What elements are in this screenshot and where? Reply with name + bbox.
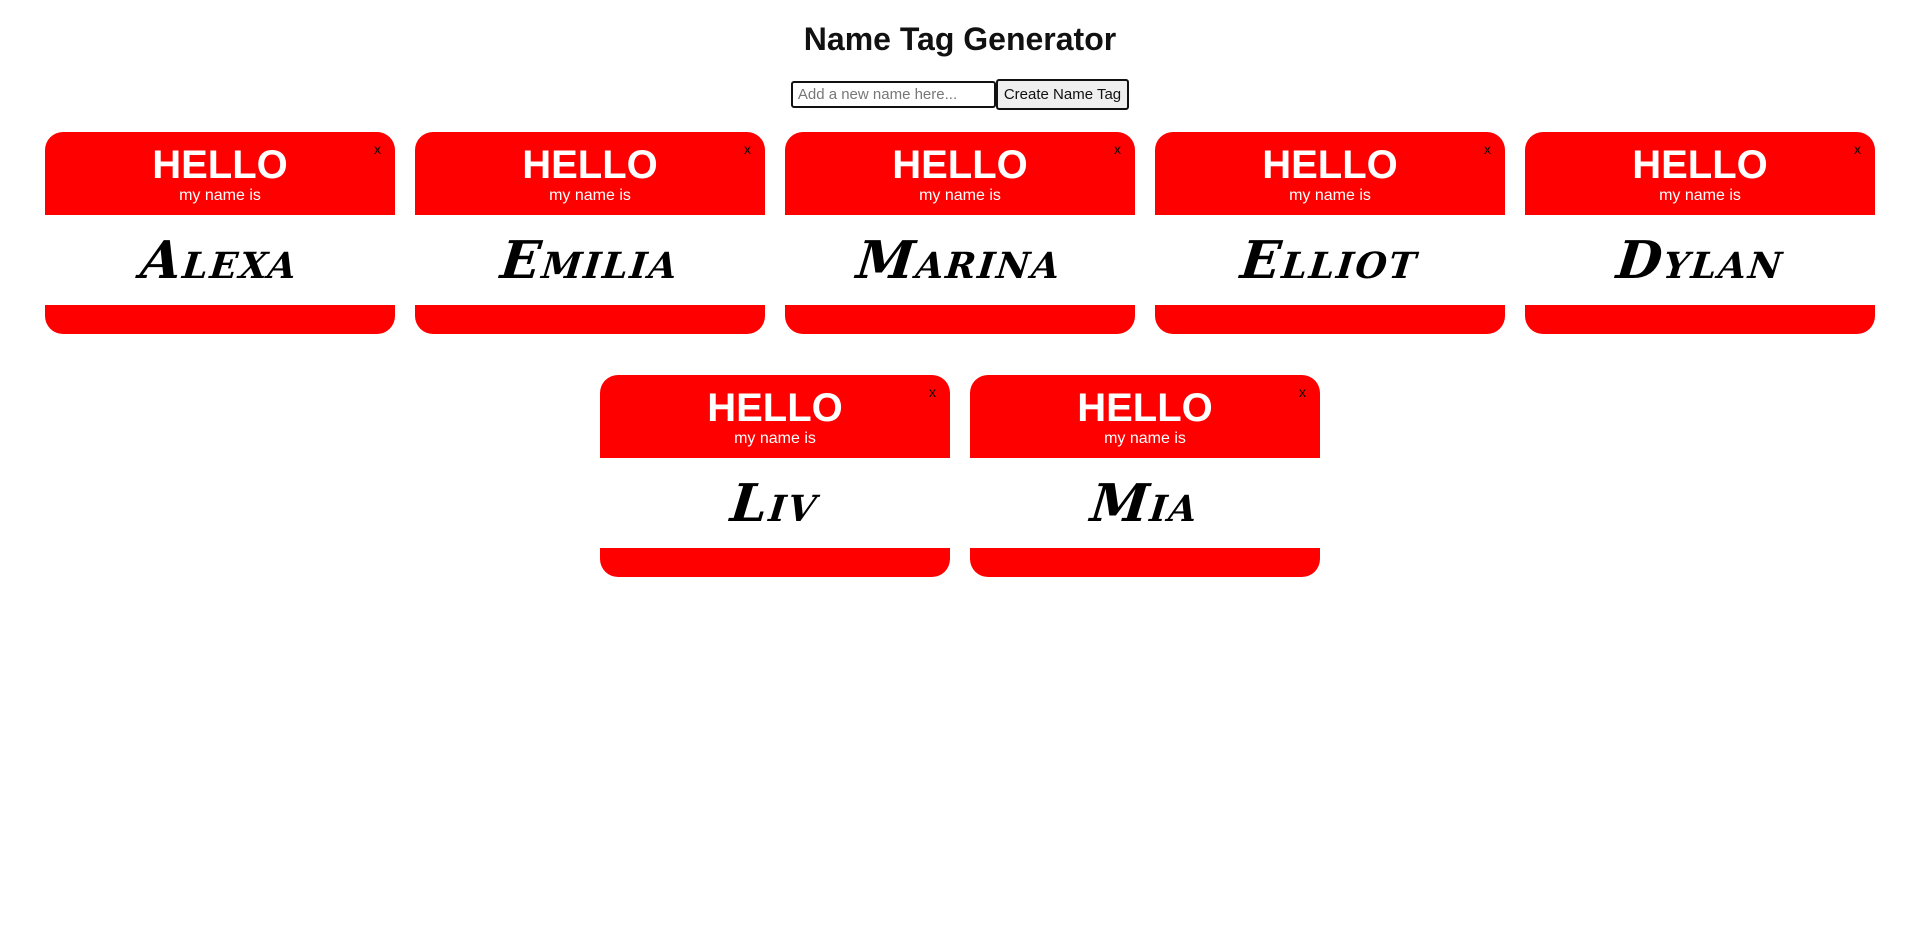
tag-hello-heading: HELLO xyxy=(1632,143,1768,187)
tag-name: Emilia xyxy=(497,229,683,291)
tag-name: Dylan xyxy=(1613,229,1787,291)
name-tag: HELLO my name is Emilia x xyxy=(415,132,765,334)
tag-name: Mia xyxy=(1087,472,1203,534)
remove-tag-button[interactable]: x xyxy=(1484,142,1491,156)
page-title: Name Tag Generator xyxy=(803,21,1117,57)
tag-name: Marina xyxy=(854,229,1066,291)
tag-subtitle: my name is xyxy=(734,430,816,447)
add-name-form: Create Name Tag xyxy=(0,79,1920,110)
tag-name-area: Marina xyxy=(785,215,1135,305)
tag-subtitle: my name is xyxy=(1104,430,1186,447)
tag-hello-heading: HELLO xyxy=(707,386,843,430)
tag-name-area: Emilia xyxy=(415,215,765,305)
remove-tag-button[interactable]: x xyxy=(929,385,936,399)
tag-subtitle: my name is xyxy=(549,187,631,204)
tag-subtitle: my name is xyxy=(1289,187,1371,204)
remove-tag-button[interactable]: x xyxy=(1114,142,1121,156)
remove-tag-button[interactable]: x xyxy=(744,142,751,156)
tag-subtitle: my name is xyxy=(1659,187,1741,204)
remove-tag-button[interactable]: x xyxy=(1854,142,1861,156)
name-tag: HELLO my name is Mia x xyxy=(970,375,1320,577)
tag-hello-heading: HELLO xyxy=(1262,143,1398,187)
tag-name-area: Elliot xyxy=(1155,215,1505,305)
tag-name: Liv xyxy=(728,472,822,534)
create-name-tag-button[interactable]: Create Name Tag xyxy=(995,79,1130,110)
tag-name-area: Alexa xyxy=(45,215,395,305)
name-tag: HELLO my name is Alexa x xyxy=(45,132,395,334)
tag-name-area: Mia xyxy=(970,458,1320,548)
tag-hello-heading: HELLO xyxy=(152,143,288,187)
tag-name: Elliot xyxy=(1238,229,1422,291)
name-input[interactable] xyxy=(790,81,996,108)
name-tag: HELLO my name is Liv x xyxy=(600,375,950,577)
remove-tag-button[interactable]: x xyxy=(1299,385,1306,399)
tag-name: Alexa xyxy=(137,229,303,291)
name-tag: HELLO my name is Elliot x xyxy=(1155,132,1505,334)
tag-hello-heading: HELLO xyxy=(522,143,658,187)
tag-hello-heading: HELLO xyxy=(1077,386,1213,430)
tag-subtitle: my name is xyxy=(919,187,1001,204)
name-tag-list: HELLO my name is Alexa x HELLO my name i… xyxy=(37,132,1883,577)
remove-tag-button[interactable]: x xyxy=(374,142,381,156)
name-tag: HELLO my name is Marina x xyxy=(785,132,1135,334)
tag-name-area: Dylan xyxy=(1525,215,1875,305)
tag-name-area: Liv xyxy=(600,458,950,548)
name-tag: HELLO my name is Dylan x xyxy=(1525,132,1875,334)
tag-hello-heading: HELLO xyxy=(892,143,1028,187)
tag-subtitle: my name is xyxy=(179,187,261,204)
